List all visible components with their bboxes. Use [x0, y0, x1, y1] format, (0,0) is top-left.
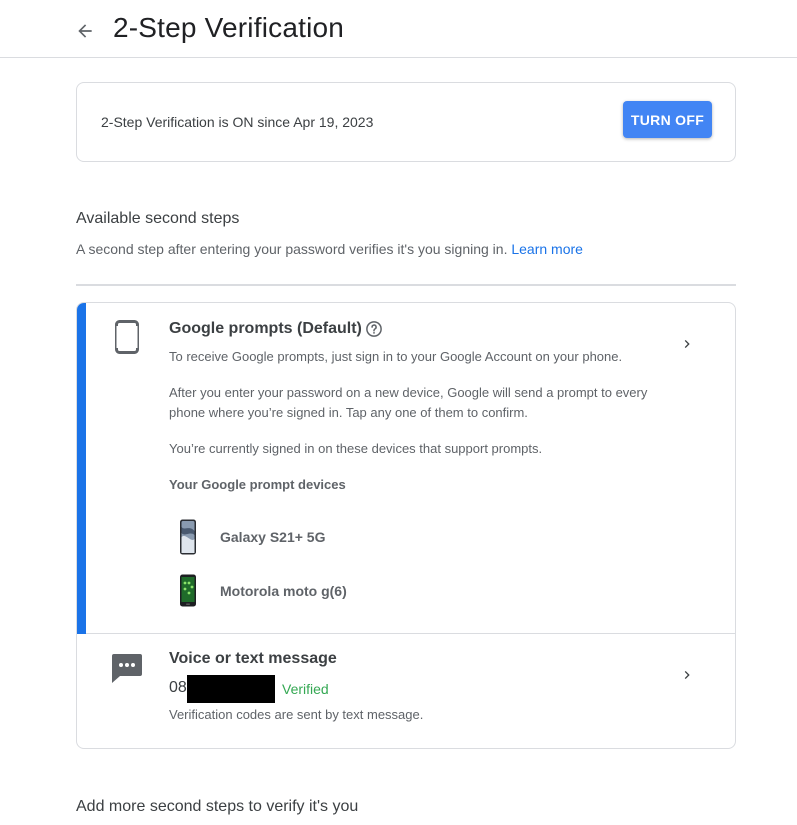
divider	[76, 284, 736, 286]
prompts-signed-in-note: You’re currently signed in on these devi…	[169, 441, 543, 456]
verified-badge: Verified	[282, 681, 329, 697]
prompts-instructions: To receive Google prompts, just sign in …	[169, 349, 623, 364]
voice-text-description: Verification codes are sent by text mess…	[169, 707, 424, 722]
status-text: 2-Step Verification is ON since Apr 19, …	[101, 114, 374, 130]
voice-text-option[interactable]: Voice or text message 08 Verified Verifi…	[77, 634, 735, 748]
second-steps-card: Google prompts (Default) To receive Goog…	[76, 302, 736, 749]
back-button[interactable]	[72, 18, 98, 44]
add-more-steps-title: Add more second steps to verify it's you	[76, 798, 359, 815]
redacted-phone-number	[187, 675, 275, 703]
chevron-right-icon[interactable]	[679, 336, 695, 352]
page-title: 2-Step Verification	[113, 12, 345, 43]
devices-heading: Your Google prompt devices	[169, 477, 346, 492]
arrow-back-icon	[78, 24, 92, 38]
sms-icon	[112, 654, 142, 683]
section-title: Available second steps	[76, 210, 240, 227]
device-name: Galaxy S21+ 5G	[220, 529, 326, 545]
google-prompts-option[interactable]: Google prompts (Default) To receive Goog…	[77, 303, 735, 634]
turn-off-button[interactable]: TURN OFF	[623, 101, 712, 138]
page-header: 2-Step Verification	[0, 0, 797, 58]
section-description: A second step after entering your passwo…	[76, 241, 583, 257]
chevron-right-icon[interactable]	[679, 667, 695, 683]
phone-number: 08	[169, 679, 187, 696]
voice-text-title: Voice or text message	[169, 650, 337, 667]
google-prompts-title: Google prompts (Default)	[169, 320, 362, 337]
status-card: 2-Step Verification is ON since Apr 19, …	[76, 82, 736, 162]
moto-phone-image	[180, 574, 196, 607]
galaxy-phone-image	[180, 519, 196, 555]
prompts-explanation: After you enter your password on a new d…	[169, 385, 648, 420]
selected-accent-bar	[77, 303, 86, 634]
section-description-text: A second step after entering your passwo…	[76, 241, 508, 257]
smartphone-icon	[115, 320, 139, 354]
learn-more-link[interactable]: Learn more	[511, 241, 583, 257]
help-icon[interactable]	[365, 320, 383, 338]
device-name: Motorola moto g(6)	[220, 583, 347, 599]
